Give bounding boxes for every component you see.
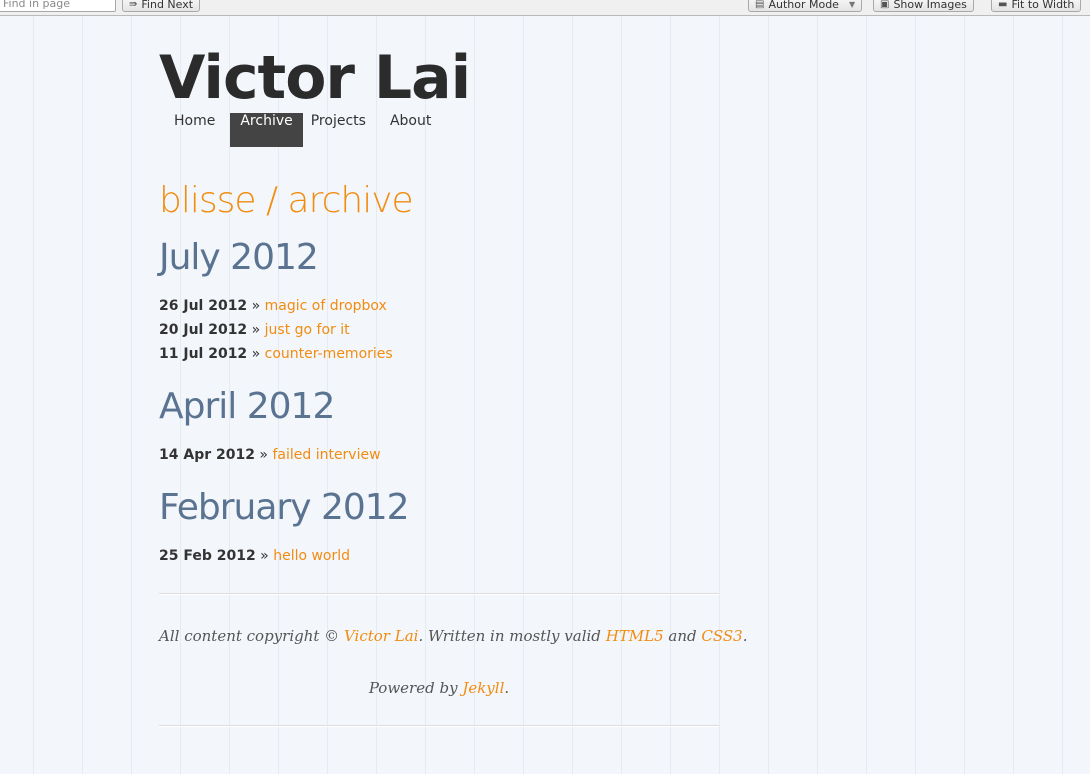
find-in-page-input[interactable]: Find in page: [0, 0, 116, 12]
nav-item-projects[interactable]: Projects: [303, 113, 390, 147]
nav-item-home[interactable]: Home: [159, 113, 230, 147]
month-heading: July 2012: [159, 237, 319, 278]
css3-link[interactable]: CSS3: [701, 627, 742, 645]
post-date: 20 Jul 2012: [159, 322, 248, 338]
html5-link[interactable]: HTML5: [606, 627, 664, 645]
footer-divider-bottom: [159, 725, 719, 727]
post-separator: »: [259, 447, 268, 463]
nav-item-about[interactable]: About: [390, 113, 441, 147]
list-item: 26 Jul 2012 » magic of dropbox: [159, 298, 393, 322]
fit-to-width-button[interactable]: ▬ Fit to Width: [991, 0, 1082, 12]
post-separator: »: [251, 298, 261, 314]
footer-powered-by: Powered by Jekyll.: [368, 679, 510, 697]
nav-item-archive[interactable]: Archive: [230, 113, 303, 147]
post-list: 25 Feb 2012 » hello world: [159, 548, 350, 572]
show-images-button[interactable]: ▣ Show Images: [873, 0, 974, 12]
find-next-icon: ⇛: [129, 0, 138, 10]
author-mode-button[interactable]: ▤ Author Mode ▼: [748, 0, 863, 12]
jekyll-link[interactable]: Jekyll: [462, 679, 504, 697]
post-link[interactable]: failed interview: [272, 447, 380, 463]
list-item: 14 Apr 2012 » failed interview: [159, 447, 381, 471]
month-heading: April 2012: [159, 386, 335, 427]
post-date: 26 Jul 2012: [159, 298, 248, 314]
site-title[interactable]: Victor Lai: [159, 43, 471, 113]
image-icon: ▣: [880, 0, 890, 10]
post-separator: »: [260, 548, 269, 564]
post-link[interactable]: hello world: [273, 548, 350, 564]
post-date: 25 Feb 2012: [159, 548, 256, 564]
fit-width-icon: ▬: [998, 0, 1008, 10]
chevron-down-icon: ▼: [848, 0, 856, 9]
browser-find-toolbar: Find in page ⇛ Find Next ▤ Author Mode ▼…: [0, 0, 1090, 16]
footer-author-link[interactable]: Victor Lai: [344, 627, 418, 645]
post-separator: »: [251, 346, 261, 362]
footer-copyright: All content copyright © Victor Lai. Writ…: [159, 627, 748, 645]
post-separator: »: [251, 322, 261, 338]
month-heading: February 2012: [159, 487, 410, 528]
page-breadcrumb: blisse / archive: [159, 180, 414, 221]
list-item: 20 Jul 2012 » just go for it: [159, 322, 393, 346]
list-item: 25 Feb 2012 » hello world: [159, 548, 350, 572]
post-link[interactable]: magic of dropbox: [265, 298, 387, 314]
find-next-button[interactable]: ⇛ Find Next: [122, 0, 201, 12]
author-mode-icon: ▤: [755, 0, 765, 10]
post-list: 26 Jul 2012 » magic of dropbox 20 Jul 20…: [159, 298, 393, 370]
footer-divider-top: [159, 593, 719, 595]
post-link[interactable]: just go for it: [265, 322, 350, 338]
main-nav: Home Archive Projects About: [159, 113, 441, 147]
list-item: 11 Jul 2012 » counter-memories: [159, 346, 393, 370]
post-list: 14 Apr 2012 » failed interview: [159, 447, 381, 471]
post-date: 14 Apr 2012: [159, 447, 255, 463]
post-date: 11 Jul 2012: [159, 346, 248, 362]
post-link[interactable]: counter-memories: [265, 346, 393, 362]
